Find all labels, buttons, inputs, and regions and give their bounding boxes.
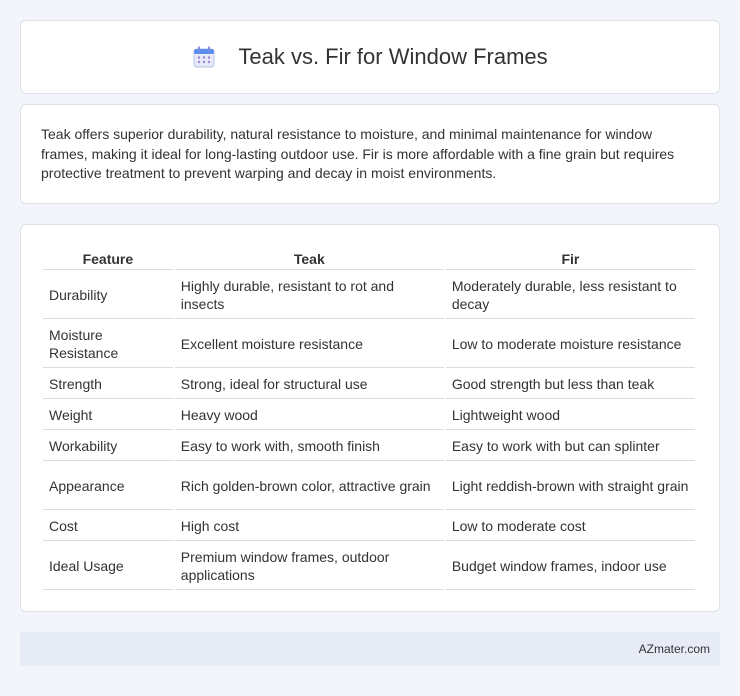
cell-fir: Lightweight wood [445, 401, 695, 430]
comparison-table: Feature Teak Fir Durability Highly durab… [41, 243, 697, 592]
intro-paragraph: Teak offers superior durability, natural… [41, 126, 675, 181]
cell-feature: Weight [43, 401, 173, 430]
cell-teak: Highly durable, resistant to rot and ins… [174, 272, 444, 319]
cell-teak: Easy to work with, smooth finish [174, 432, 444, 461]
cell-fir: Low to moderate cost [445, 512, 695, 541]
footer-bar: AZmater.com [20, 632, 720, 666]
cell-fir: Moderately durable, less resistant to de… [445, 272, 695, 319]
table-row: Strength Strong, ideal for structural us… [43, 370, 695, 399]
cell-teak: Strong, ideal for structural use [174, 370, 444, 399]
cell-feature: Durability [43, 272, 173, 319]
table-row: Moisture Resistance Excellent moisture r… [43, 321, 695, 368]
header-feature: Feature [43, 245, 173, 270]
cell-fir: Light reddish-brown with straight grain [445, 463, 695, 510]
table-row: Weight Heavy wood Lightweight wood [43, 401, 695, 430]
table-header-row: Feature Teak Fir [43, 245, 695, 270]
cell-teak: High cost [174, 512, 444, 541]
cell-fir: Good strength but less than teak [445, 370, 695, 399]
cell-teak: Heavy wood [174, 401, 444, 430]
cell-feature: Moisture Resistance [43, 321, 173, 368]
table-row: Appearance Rich golden-brown color, attr… [43, 463, 695, 510]
cell-teak: Rich golden-brown color, attractive grai… [174, 463, 444, 510]
cell-teak: Premium window frames, outdoor applicati… [174, 543, 444, 590]
cell-fir: Budget window frames, indoor use [445, 543, 695, 590]
cell-feature: Ideal Usage [43, 543, 173, 590]
cell-fir: Easy to work with but can splinter [445, 432, 695, 461]
header-fir: Fir [445, 245, 695, 270]
cell-fir: Low to moderate moisture resistance [445, 321, 695, 368]
table-row: Durability Highly durable, resistant to … [43, 272, 695, 319]
table-row: Ideal Usage Premium window frames, outdo… [43, 543, 695, 590]
table-row: Workability Easy to work with, smooth fi… [43, 432, 695, 461]
header-teak: Teak [174, 245, 444, 270]
cell-feature: Appearance [43, 463, 173, 510]
footer-site-link[interactable]: AZmater.com [639, 642, 710, 656]
comparison-table-card: Feature Teak Fir Durability Highly durab… [20, 224, 720, 612]
cell-feature: Workability [43, 432, 173, 461]
cell-feature: Strength [43, 370, 173, 399]
title-wrap: Teak vs. Fir for Window Frames [192, 44, 548, 70]
calendar-icon [193, 46, 215, 68]
page-title: Teak vs. Fir for Window Frames [238, 44, 548, 69]
intro-card: Teak offers superior durability, natural… [20, 104, 720, 204]
table-row: Cost High cost Low to moderate cost [43, 512, 695, 541]
header-card: Teak vs. Fir for Window Frames [20, 20, 720, 94]
cell-teak: Excellent moisture resistance [174, 321, 444, 368]
cell-feature: Cost [43, 512, 173, 541]
